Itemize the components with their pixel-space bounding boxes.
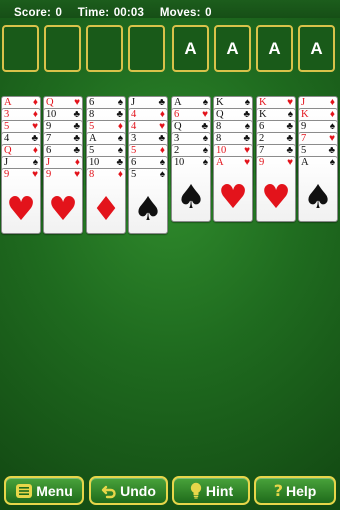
time-label: Time: xyxy=(77,7,110,19)
card-rank: 9 xyxy=(4,169,9,180)
card-face-suit-icon: ♦ xyxy=(91,189,121,228)
hint-button[interactable]: Hint xyxy=(172,476,250,505)
card-face-suit-icon: ♠ xyxy=(176,177,206,216)
score-label: Score: xyxy=(14,7,51,19)
playing-card[interactable]: 9 ♥ ♥ xyxy=(1,168,41,234)
foundation-slot-1[interactable]: A xyxy=(172,25,209,72)
card-rank: A xyxy=(216,157,224,168)
foundation-label: A xyxy=(184,39,197,58)
free-cell-1[interactable] xyxy=(2,25,39,72)
foundation-slot-3[interactable]: A xyxy=(256,25,293,72)
foundation-label: A xyxy=(310,39,323,58)
free-cell-4[interactable] xyxy=(128,25,165,72)
score-value: 0 xyxy=(55,7,63,19)
playing-card[interactable]: A ♥ ♥ xyxy=(213,156,253,222)
foundation-slot-4[interactable]: A xyxy=(298,25,335,72)
moves-value: 0 xyxy=(205,7,212,19)
card-face-suit-icon: ♠ xyxy=(133,189,163,228)
undo-arrow-icon xyxy=(101,483,117,499)
question-icon: ? xyxy=(273,481,283,500)
help-label: Help xyxy=(285,482,317,499)
undo-label: Undo xyxy=(120,482,156,499)
card-face-suit-icon: ♠ xyxy=(303,177,333,216)
card-suit-icon: ♠ xyxy=(202,157,208,168)
card-rank: 5 xyxy=(131,169,136,180)
playing-card[interactable]: 9 ♥ ♥ xyxy=(256,156,296,222)
card-suit-icon: ♥ xyxy=(74,169,80,180)
card-suit-icon: ♥ xyxy=(244,157,250,168)
playing-card[interactable]: 9 ♥ ♥ xyxy=(43,168,83,234)
free-cell-3[interactable] xyxy=(86,25,123,72)
moves-label: Moves: xyxy=(159,7,201,19)
free-cell-2[interactable] xyxy=(44,25,81,72)
undo-button[interactable]: Undo xyxy=(89,476,168,505)
card-suit-icon: ♥ xyxy=(287,157,293,168)
card-face-suit-icon: ♥ xyxy=(48,189,78,228)
card-rank: 8 xyxy=(89,169,94,180)
card-suit-icon: ♥ xyxy=(32,169,38,180)
status-bar: Score: 0 Time: 00:03 Moves: 0 xyxy=(0,0,340,19)
card-suit-icon: ♠ xyxy=(329,157,335,168)
playing-card[interactable]: A ♠ ♠ xyxy=(298,156,338,222)
playing-card[interactable]: 5 ♠ ♠ xyxy=(128,168,168,234)
card-rank: 9 xyxy=(259,157,264,168)
menu-label: Menu xyxy=(36,482,73,499)
playing-card[interactable]: 10 ♠ ♠ xyxy=(171,156,211,222)
list-icon xyxy=(15,483,33,499)
card-rank: 9 xyxy=(46,169,51,180)
lightbulb-icon xyxy=(189,482,203,499)
hint-label: Hint xyxy=(205,482,234,499)
card-rank: A xyxy=(301,157,309,168)
game-stats: Score: 0 Time: 00:03 Moves: 0 xyxy=(14,3,212,19)
menu-button[interactable]: Menu xyxy=(4,476,84,505)
time-value: 00:03 xyxy=(113,7,145,19)
playing-card[interactable]: 8 ♦ ♦ xyxy=(86,168,126,234)
foundation-slot-2[interactable]: A xyxy=(214,25,251,72)
card-suit-icon: ♠ xyxy=(159,169,165,180)
foundation-label: A xyxy=(226,39,239,58)
foundation-label: A xyxy=(268,39,281,58)
card-suit-icon: ♦ xyxy=(117,169,123,180)
help-button[interactable]: ? Help xyxy=(254,476,336,505)
card-rank: 10 xyxy=(174,157,184,168)
card-face-suit-icon: ♥ xyxy=(6,189,36,228)
card-face-suit-icon: ♥ xyxy=(261,177,291,216)
card-face-suit-icon: ♥ xyxy=(218,177,248,216)
